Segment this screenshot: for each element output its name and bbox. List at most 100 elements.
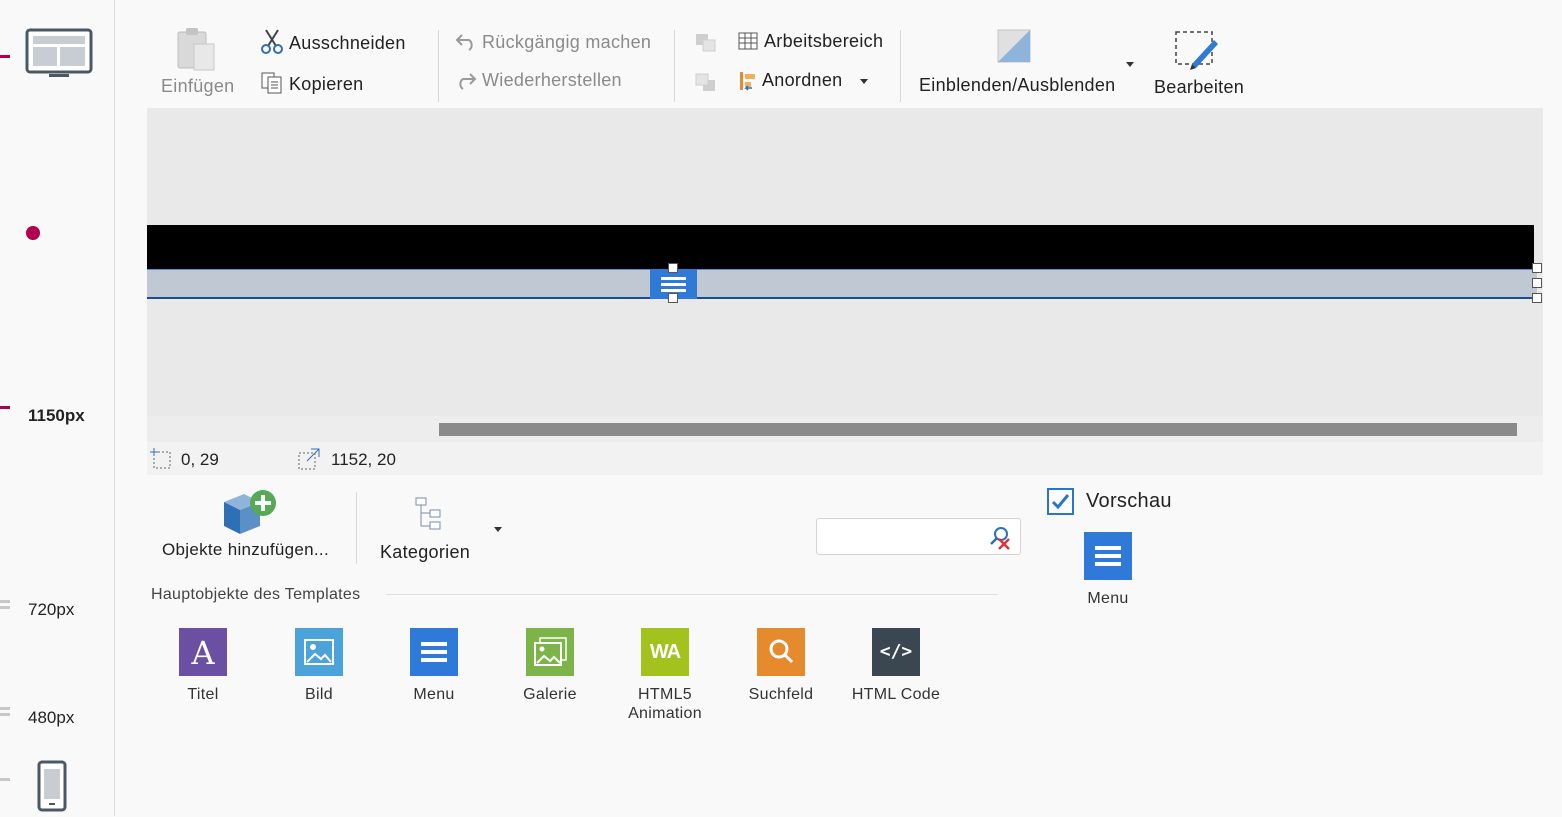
breakpoint-marker-1150 bbox=[0, 406, 10, 409]
resize-handle-top-right[interactable] bbox=[1532, 263, 1542, 273]
copy-button[interactable]: Kopieren bbox=[260, 70, 390, 100]
object-label-gallery: Galerie bbox=[523, 686, 577, 703]
redo-icon bbox=[459, 73, 477, 90]
title-icon: A bbox=[179, 628, 227, 676]
edit-label: Bearbeiten bbox=[1154, 77, 1245, 97]
preview-menu-item[interactable]: Menu bbox=[1070, 532, 1146, 612]
arrange-icon bbox=[740, 72, 755, 91]
breakpoint-marker-desktop bbox=[0, 55, 10, 58]
breakpoint-rail: 1150px 720px 480px bbox=[0, 0, 115, 816]
panel-separator bbox=[356, 492, 357, 564]
toolbar: Einfügen Ausschneiden Kopieren Rückgängi… bbox=[116, 0, 1562, 108]
horizontal-scrollbar-thumb[interactable] bbox=[439, 423, 1517, 436]
selected-menu-strip[interactable] bbox=[147, 269, 1537, 299]
search-clear-icon[interactable] bbox=[987, 525, 1013, 551]
paste-label: Einfügen bbox=[161, 76, 235, 96]
section-title: Hauptobjekte des Templates bbox=[151, 586, 361, 603]
status-bar: 0, 29 1152, 20 bbox=[147, 442, 1543, 475]
breakpoint-marker-480 bbox=[0, 707, 10, 710]
paste-button[interactable]: Einfügen bbox=[156, 26, 236, 100]
object-label-animation: Animation bbox=[628, 705, 702, 722]
object-label-image: Bild bbox=[305, 686, 333, 703]
hierarchy-icon bbox=[415, 497, 441, 530]
object-item-search-field[interactable]: Suchfeld bbox=[731, 628, 831, 708]
preview-menu-label: Menu bbox=[1087, 590, 1129, 607]
object-item-html5-animation[interactable]: WA HTML5 Animation bbox=[615, 628, 715, 728]
position-icon bbox=[150, 448, 171, 469]
object-label-title: Titel bbox=[187, 686, 219, 703]
show-hide-button[interactable]: Einblenden/Ausblenden bbox=[916, 28, 1141, 100]
preview-label: Vorschau bbox=[1086, 490, 1172, 512]
show-hide-dropdown-icon bbox=[1126, 62, 1134, 67]
object-item-gallery[interactable]: Galerie bbox=[500, 628, 600, 708]
edit-button[interactable]: Bearbeiten bbox=[1152, 28, 1247, 100]
resize-handle-top[interactable] bbox=[668, 263, 678, 273]
show-hide-icon bbox=[997, 29, 1031, 63]
object-label-html-code: HTML Code bbox=[851, 686, 941, 703]
resize-handle-right[interactable] bbox=[1532, 278, 1542, 288]
breakpoint-marker-720b bbox=[0, 606, 10, 609]
undo-icon bbox=[455, 34, 473, 51]
image-icon bbox=[295, 628, 343, 676]
redo-button[interactable]: Wiederherstellen bbox=[454, 68, 634, 96]
object-item-title[interactable]: A Titel bbox=[153, 628, 253, 708]
object-item-image[interactable]: Bild bbox=[269, 628, 369, 708]
breakpoint-label-720[interactable]: 720px bbox=[28, 600, 74, 620]
workspace-button[interactable]: Arbeitsbereich bbox=[738, 28, 888, 56]
categories-dropdown-icon bbox=[494, 527, 502, 532]
categories-label: Kategorien bbox=[380, 542, 471, 562]
cut-label: Ausschneiden bbox=[289, 33, 406, 53]
code-icon: </> bbox=[872, 628, 920, 676]
gallery-icon bbox=[526, 628, 574, 676]
header-bar-object[interactable] bbox=[147, 225, 1534, 269]
mobile-view-icon[interactable] bbox=[37, 760, 67, 812]
object-label-menu: Menu bbox=[413, 686, 455, 703]
size-readout: 1152, 20 bbox=[331, 450, 396, 469]
object-label-html5: HTML5 bbox=[638, 686, 692, 703]
desktop-view-icon[interactable] bbox=[25, 28, 93, 80]
toolbar-separator bbox=[438, 30, 439, 102]
object-item-html-code[interactable]: </> HTML Code bbox=[846, 628, 946, 708]
preview-menu-icon bbox=[1084, 532, 1132, 580]
cut-button[interactable]: Ausschneiden bbox=[260, 28, 420, 58]
size-icon bbox=[298, 448, 320, 470]
resize-handle-bottom[interactable] bbox=[668, 293, 678, 303]
arrange-label: Anordnen bbox=[762, 70, 843, 90]
breakpoint-marker-mobile bbox=[0, 778, 10, 781]
undo-button[interactable]: Rückgängig machen bbox=[454, 28, 654, 56]
clipboard-icon bbox=[177, 28, 215, 71]
toolbar-separator bbox=[900, 30, 901, 102]
object-item-menu[interactable]: Menu bbox=[384, 628, 484, 708]
show-hide-label: Einblenden/Ausblenden bbox=[919, 75, 1116, 95]
add-object-icon bbox=[224, 490, 276, 534]
current-breakpoint-dot[interactable] bbox=[26, 226, 40, 240]
add-objects-label: Objekte hinzufügen... bbox=[162, 540, 329, 559]
redo-label: Wiederherstellen bbox=[482, 70, 622, 90]
breakpoint-marker-720 bbox=[0, 600, 10, 603]
checkmark-icon bbox=[1051, 494, 1070, 510]
arrange-dropdown-icon bbox=[860, 79, 868, 84]
object-label-search: Suchfeld bbox=[748, 686, 814, 703]
breakpoint-marker-480b bbox=[0, 713, 10, 716]
breakpoint-label-1150[interactable]: 1150px bbox=[28, 406, 85, 426]
categories-button[interactable]: Kategorien bbox=[376, 492, 506, 568]
arrange-button[interactable]: Anordnen bbox=[738, 68, 878, 96]
edit-pencil-icon bbox=[1175, 31, 1218, 70]
undo-label: Rückgängig machen bbox=[482, 32, 652, 52]
resize-handle-bottom-right[interactable] bbox=[1532, 293, 1542, 303]
copy-label: Kopieren bbox=[289, 74, 364, 94]
breakpoint-label-480[interactable]: 480px bbox=[28, 708, 74, 728]
search-field-icon bbox=[757, 628, 805, 676]
menu-icon bbox=[410, 628, 458, 676]
html5-animation-icon: WA bbox=[641, 628, 689, 676]
workspace-label: Arbeitsbereich bbox=[764, 31, 884, 51]
section-divider bbox=[386, 594, 998, 595]
bring-forward-icon[interactable] bbox=[694, 32, 718, 54]
position-readout: 0, 29 bbox=[181, 450, 219, 469]
preview-checkbox[interactable] bbox=[1047, 488, 1074, 515]
object-search-input[interactable] bbox=[816, 518, 1021, 555]
send-backward-icon[interactable] bbox=[694, 72, 718, 94]
copy-icon bbox=[261, 72, 282, 94]
toolbar-separator bbox=[674, 30, 675, 102]
add-objects-button[interactable]: Objekte hinzufügen... bbox=[158, 488, 336, 568]
